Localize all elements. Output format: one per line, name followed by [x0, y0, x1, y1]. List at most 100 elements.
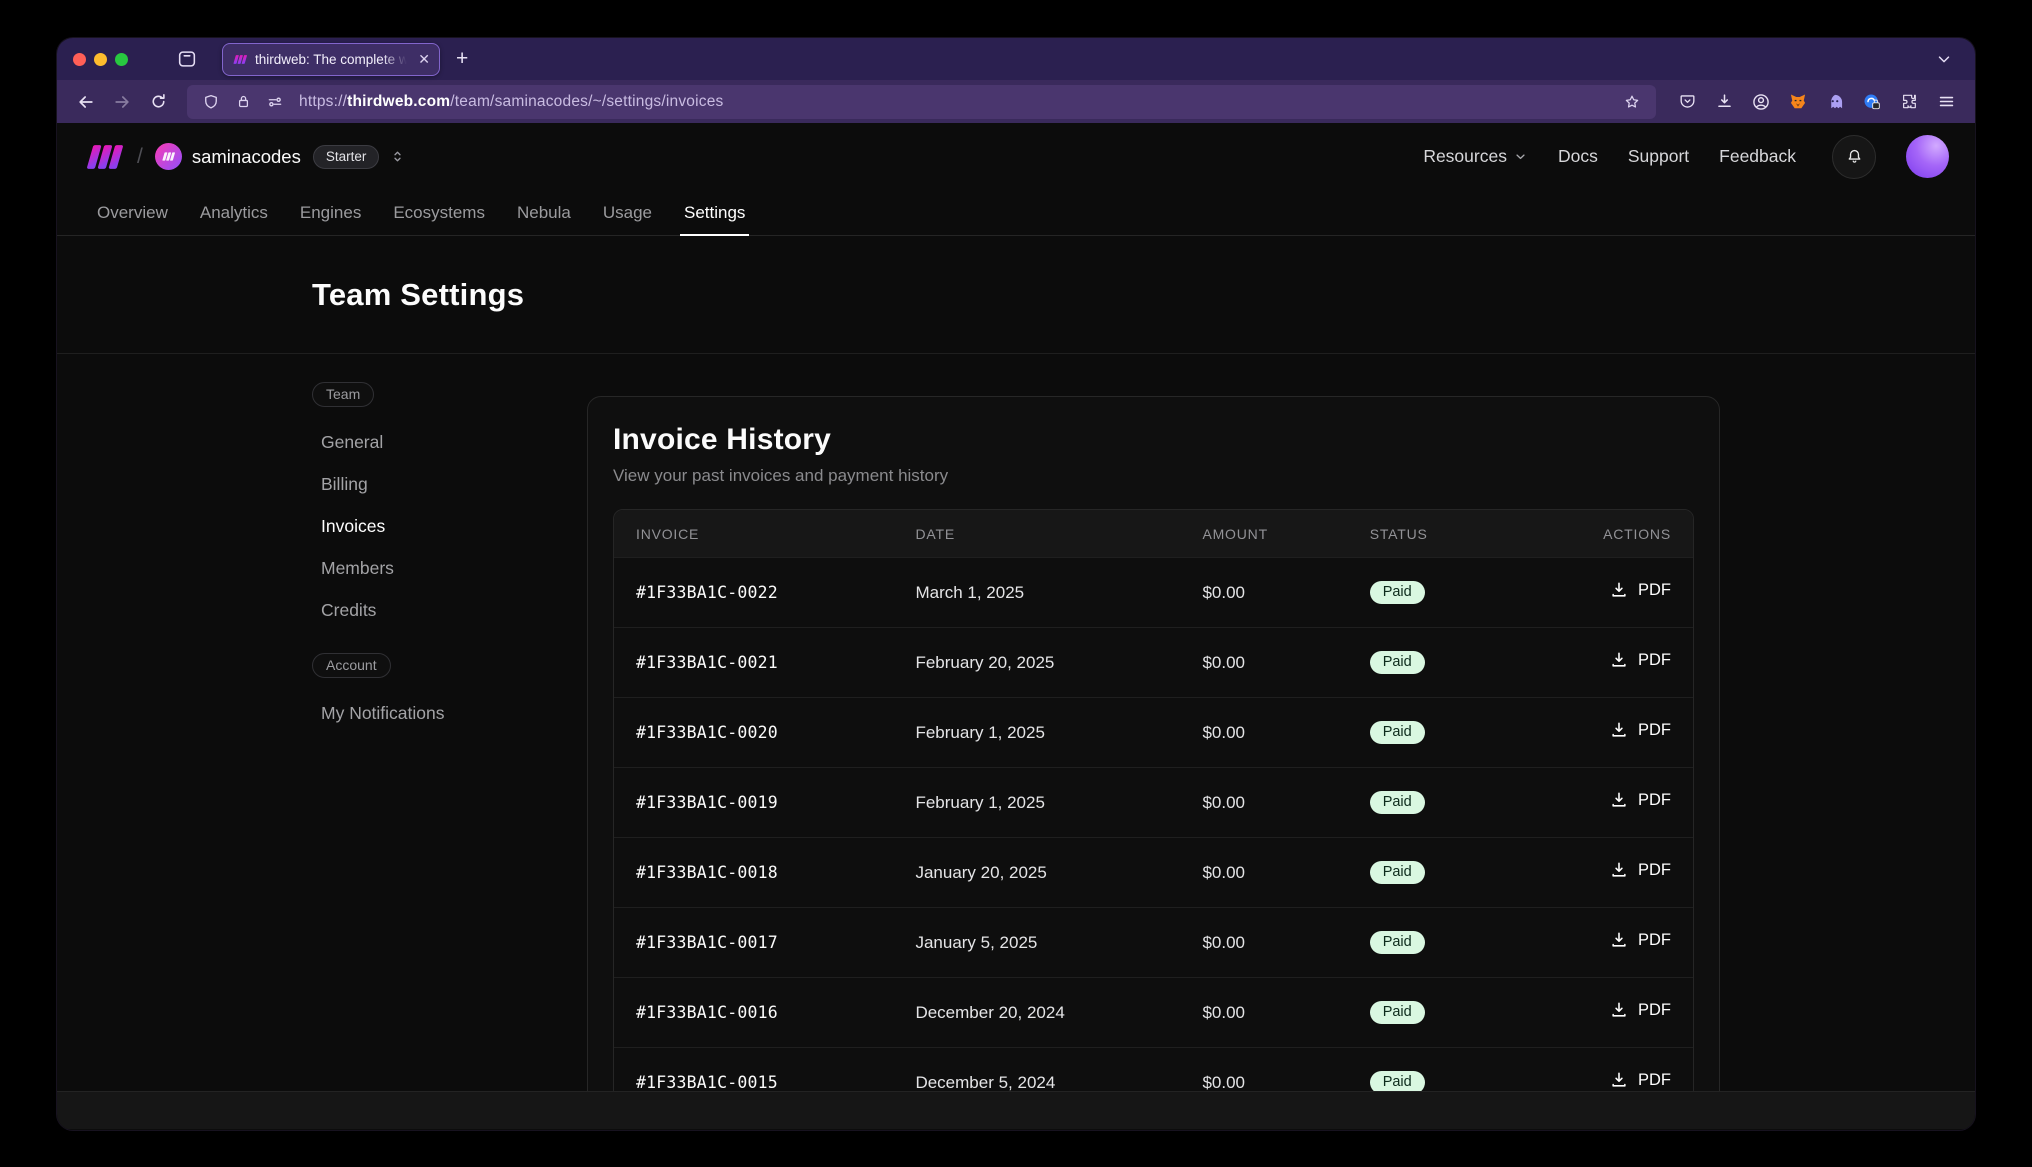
pdf-label: PDF — [1638, 651, 1671, 670]
bookmark-star-icon[interactable] — [1618, 88, 1646, 116]
sidebar-item-label: Billing — [321, 474, 368, 495]
pdf-label: PDF — [1638, 791, 1671, 810]
invoice-number: #1F33BA1C-0021 — [614, 653, 893, 672]
pdf-label: PDF — [1638, 861, 1671, 880]
url-path: /team/saminacodes/~/settings/invoices — [450, 93, 723, 110]
tab-engines[interactable]: Engines — [286, 190, 375, 235]
download-pdf-button[interactable]: PDF — [1609, 790, 1671, 810]
invoice-status-cell: Paid — [1348, 581, 1515, 605]
tab-overview[interactable]: Overview — [83, 190, 182, 235]
minimize-window-button[interactable] — [94, 53, 107, 66]
status-badge: Paid — [1370, 721, 1425, 745]
menu-hamburger-icon[interactable] — [1929, 86, 1963, 118]
url-scheme: https:// — [299, 93, 347, 110]
team-avatar[interactable] — [155, 143, 182, 170]
invoice-date: February 20, 2025 — [893, 653, 1180, 673]
tab-settings[interactable]: Settings — [670, 190, 759, 235]
sidebar-item-general[interactable]: General — [312, 421, 587, 463]
permissions-sliders-icon[interactable] — [261, 88, 289, 116]
sidebar-item-billing[interactable]: Billing — [312, 463, 587, 505]
download-pdf-button[interactable]: PDF — [1609, 720, 1671, 740]
download-pdf-button[interactable]: PDF — [1609, 860, 1671, 880]
site-header: / saminacodes Starter — [57, 123, 1975, 190]
team-name[interactable]: saminacodes — [192, 146, 301, 168]
support-link[interactable]: Support — [1628, 146, 1689, 167]
status-badge: Paid — [1370, 581, 1425, 605]
invoice-number: #1F33BA1C-0022 — [614, 583, 893, 602]
sidebar-item-members[interactable]: Members — [312, 547, 587, 589]
phantom-ghost-icon[interactable] — [1818, 86, 1852, 118]
browser-window: thirdweb: The complete web3 d ✕ + — [57, 38, 1975, 1130]
user-avatar[interactable] — [1906, 135, 1949, 178]
invoice-status-cell: Paid — [1348, 931, 1515, 955]
invoice-table: INVOICEDATEAMOUNTSTATUSACTIONS #1F33BA1C… — [613, 509, 1694, 1091]
page-title-band: Team Settings — [57, 236, 1975, 354]
plan-badge: Starter — [313, 145, 380, 169]
feedback-link[interactable]: Feedback — [1719, 146, 1796, 167]
notifications-button[interactable] — [1832, 135, 1876, 179]
thirdweb-dashboard: / saminacodes Starter — [57, 123, 1975, 1130]
tab-label: Engines — [300, 203, 361, 223]
pdf-label: PDF — [1638, 931, 1671, 950]
download-pdf-button[interactable]: PDF — [1609, 930, 1671, 950]
invoice-number: #1F33BA1C-0016 — [614, 1003, 893, 1022]
download-pdf-button[interactable]: PDF — [1609, 1070, 1671, 1090]
docs-link[interactable]: Docs — [1558, 146, 1598, 167]
list-tabs-chevron-icon[interactable] — [1929, 44, 1959, 74]
thirdweb-logo[interactable] — [83, 143, 123, 171]
tab-close-icon[interactable]: ✕ — [418, 52, 430, 66]
browser-tab-strip: thirdweb: The complete web3 d ✕ + — [57, 38, 1975, 80]
back-icon[interactable] — [69, 86, 103, 118]
download-icon — [1609, 1070, 1629, 1090]
sidebar-item-credits[interactable]: Credits — [312, 589, 587, 631]
download-icon — [1609, 860, 1629, 880]
invoice-amount: $0.00 — [1180, 583, 1347, 603]
tab-ecosystems[interactable]: Ecosystems — [379, 190, 499, 235]
downloads-icon[interactable] — [1707, 86, 1741, 118]
tab-analytics[interactable]: Analytics — [186, 190, 282, 235]
extensions-puzzle-icon[interactable] — [1892, 86, 1926, 118]
invoice-actions-cell: PDF — [1515, 720, 1693, 745]
privacy-lock-icon[interactable] — [1855, 86, 1889, 118]
invoice-row: #1F33BA1C-0017January 5, 2025$0.00Paid P… — [614, 907, 1693, 977]
new-tab-button[interactable]: + — [456, 47, 468, 71]
invoice-row: #1F33BA1C-0016December 20, 2024$0.00Paid… — [614, 977, 1693, 1047]
resources-menu[interactable]: Resources — [1423, 146, 1528, 167]
close-window-button[interactable] — [73, 53, 86, 66]
download-pdf-button[interactable]: PDF — [1609, 650, 1671, 670]
metamask-fox-icon[interactable] — [1781, 86, 1815, 118]
forward-icon[interactable] — [105, 86, 139, 118]
tab-nebula[interactable]: Nebula — [503, 190, 585, 235]
invoice-row: #1F33BA1C-0022March 1, 2025$0.00Paid PDF — [614, 557, 1693, 627]
download-pdf-button[interactable]: PDF — [1609, 1000, 1671, 1020]
account-icon[interactable] — [1744, 86, 1778, 118]
pdf-label: PDF — [1638, 581, 1671, 600]
invoice-history-card: Invoice History View your past invoices … — [587, 396, 1720, 1091]
column-header-invoice: INVOICE — [614, 526, 893, 542]
status-badge: Paid — [1370, 1001, 1425, 1025]
tracking-shield-icon[interactable] — [197, 88, 225, 116]
address-bar[interactable]: https://thirdweb.com/team/saminacodes/~/… — [187, 85, 1656, 119]
sidebar-item-label: Members — [321, 558, 394, 579]
firefox-view-icon[interactable] — [172, 44, 202, 74]
invoice-actions-cell: PDF — [1515, 1000, 1693, 1025]
tab-label: Settings — [684, 203, 745, 223]
team-switcher-chevrons-icon[interactable] — [389, 148, 406, 165]
tab-usage[interactable]: Usage — [589, 190, 666, 235]
download-pdf-button[interactable]: PDF — [1609, 580, 1671, 600]
thirdweb-favicon — [232, 52, 247, 67]
invoice-date: January 5, 2025 — [893, 933, 1180, 953]
lock-icon[interactable] — [229, 88, 257, 116]
url-text: https://thirdweb.com/team/saminacodes/~/… — [299, 93, 723, 111]
zoom-window-button[interactable] — [115, 53, 128, 66]
reload-icon[interactable] — [141, 86, 175, 118]
pocket-icon[interactable] — [1670, 86, 1704, 118]
invoice-amount: $0.00 — [1180, 1073, 1347, 1092]
invoice-amount: $0.00 — [1180, 863, 1347, 883]
sidebar-item-my-notifications[interactable]: My Notifications — [312, 692, 587, 734]
sidebar-item-invoices[interactable]: Invoices — [312, 505, 587, 547]
download-icon — [1609, 790, 1629, 810]
invoice-amount: $0.00 — [1180, 1003, 1347, 1023]
pdf-label: PDF — [1638, 1001, 1671, 1020]
browser-tab[interactable]: thirdweb: The complete web3 d ✕ — [222, 43, 440, 76]
